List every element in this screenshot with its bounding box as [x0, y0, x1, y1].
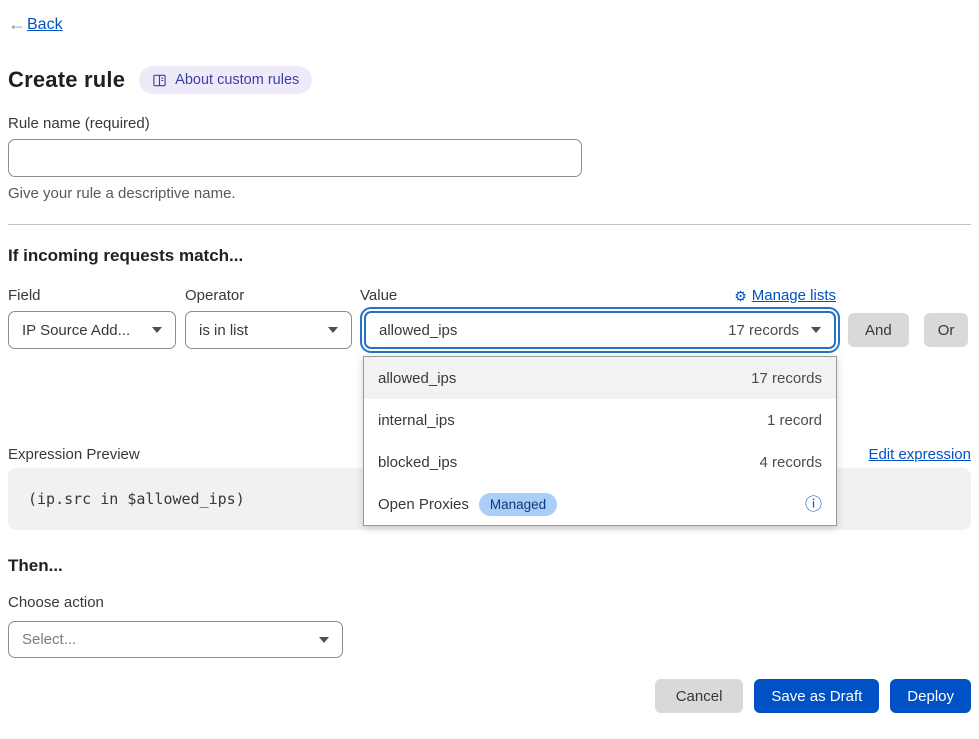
value-select-records: 17 records [728, 322, 799, 339]
list-item-name: Open Proxies [378, 496, 469, 513]
field-select[interactable]: IP Source Add... [8, 311, 176, 349]
save-as-draft-button[interactable]: Save as Draft [754, 679, 879, 713]
chevron-down-icon [152, 327, 162, 333]
list-item-internal-ips[interactable]: internal_ips 1 record [364, 399, 836, 441]
page-header: Create rule About custom rules [8, 66, 971, 94]
cancel-button[interactable]: Cancel [655, 679, 744, 713]
and-button[interactable]: And [848, 313, 909, 347]
manage-lists-link[interactable]: ⚙ Manage lists [734, 287, 836, 304]
value-select-value: allowed_ips [379, 322, 457, 339]
field-label: Field [8, 287, 176, 304]
book-icon [152, 73, 167, 88]
chevron-down-icon [811, 327, 821, 333]
value-label: Value [360, 287, 397, 304]
list-item-allowed-ips[interactable]: allowed_ips 17 records [364, 357, 836, 399]
edit-expression-link[interactable]: Edit expression [868, 446, 971, 463]
page-title: Create rule [8, 67, 125, 93]
back-link-label: Back [27, 16, 63, 34]
back-link[interactable]: ← Back [8, 14, 63, 35]
create-rule-page: ← Back Create rule About custom rules Ru… [0, 0, 979, 713]
gear-icon: ⚙ [734, 289, 747, 303]
list-item-name: allowed_ips [378, 370, 456, 387]
operator-select-value: is in list [199, 322, 248, 339]
expression-preview-label: Expression Preview [8, 446, 140, 463]
about-custom-rules-label: About custom rules [175, 72, 299, 88]
info-icon[interactable]: ⓘ [805, 496, 822, 513]
managed-badge: Managed [479, 493, 557, 516]
action-select[interactable]: Select... [8, 621, 343, 658]
list-item-blocked-ips[interactable]: blocked_ips 4 records [364, 441, 836, 483]
section-divider [8, 224, 971, 225]
back-arrow-icon: ← [8, 14, 26, 35]
rule-name-helper-text: Give your rule a descriptive name. [8, 185, 971, 202]
action-select-placeholder: Select... [22, 631, 76, 648]
operator-select[interactable]: is in list [185, 311, 352, 349]
rule-name-label: Rule name (required) [8, 115, 971, 132]
list-item-records: 4 records [759, 454, 822, 471]
expression-code: (ip.src in $allowed_ips) [28, 490, 245, 508]
value-select[interactable]: allowed_ips 17 records [364, 311, 836, 349]
value-select-wrapper: allowed_ips 17 records allowed_ips 17 re… [364, 311, 836, 349]
chevron-down-icon [328, 327, 338, 333]
list-item-name: blocked_ips [378, 454, 457, 471]
list-item-name: internal_ips [378, 412, 455, 429]
or-button[interactable]: Or [924, 313, 969, 347]
field-select-value: IP Source Add... [22, 322, 130, 339]
manage-lists-label: Manage lists [752, 287, 836, 304]
deploy-button[interactable]: Deploy [890, 679, 971, 713]
list-item-open-proxies[interactable]: Open Proxies Managed ⓘ [364, 483, 836, 525]
value-dropdown-menu: allowed_ips 17 records internal_ips 1 re… [363, 356, 837, 526]
footer-actions: Cancel Save as Draft Deploy [8, 679, 971, 713]
list-item-records: 1 record [767, 412, 822, 429]
list-item-records: 17 records [751, 370, 822, 387]
then-section-heading: Then... [8, 556, 971, 576]
rule-name-section: Rule name (required) Give your rule a de… [8, 115, 971, 202]
chevron-down-icon [319, 637, 329, 643]
operator-label: Operator [185, 287, 352, 304]
choose-action-label: Choose action [8, 594, 971, 611]
match-controls-row: IP Source Add... is in list allowed_ips … [8, 311, 971, 349]
match-labels-row: Field Operator Value ⚙ Manage lists [8, 287, 971, 304]
about-custom-rules-link[interactable]: About custom rules [139, 66, 312, 94]
rule-name-input[interactable] [8, 139, 582, 177]
match-section-heading: If incoming requests match... [8, 246, 971, 266]
